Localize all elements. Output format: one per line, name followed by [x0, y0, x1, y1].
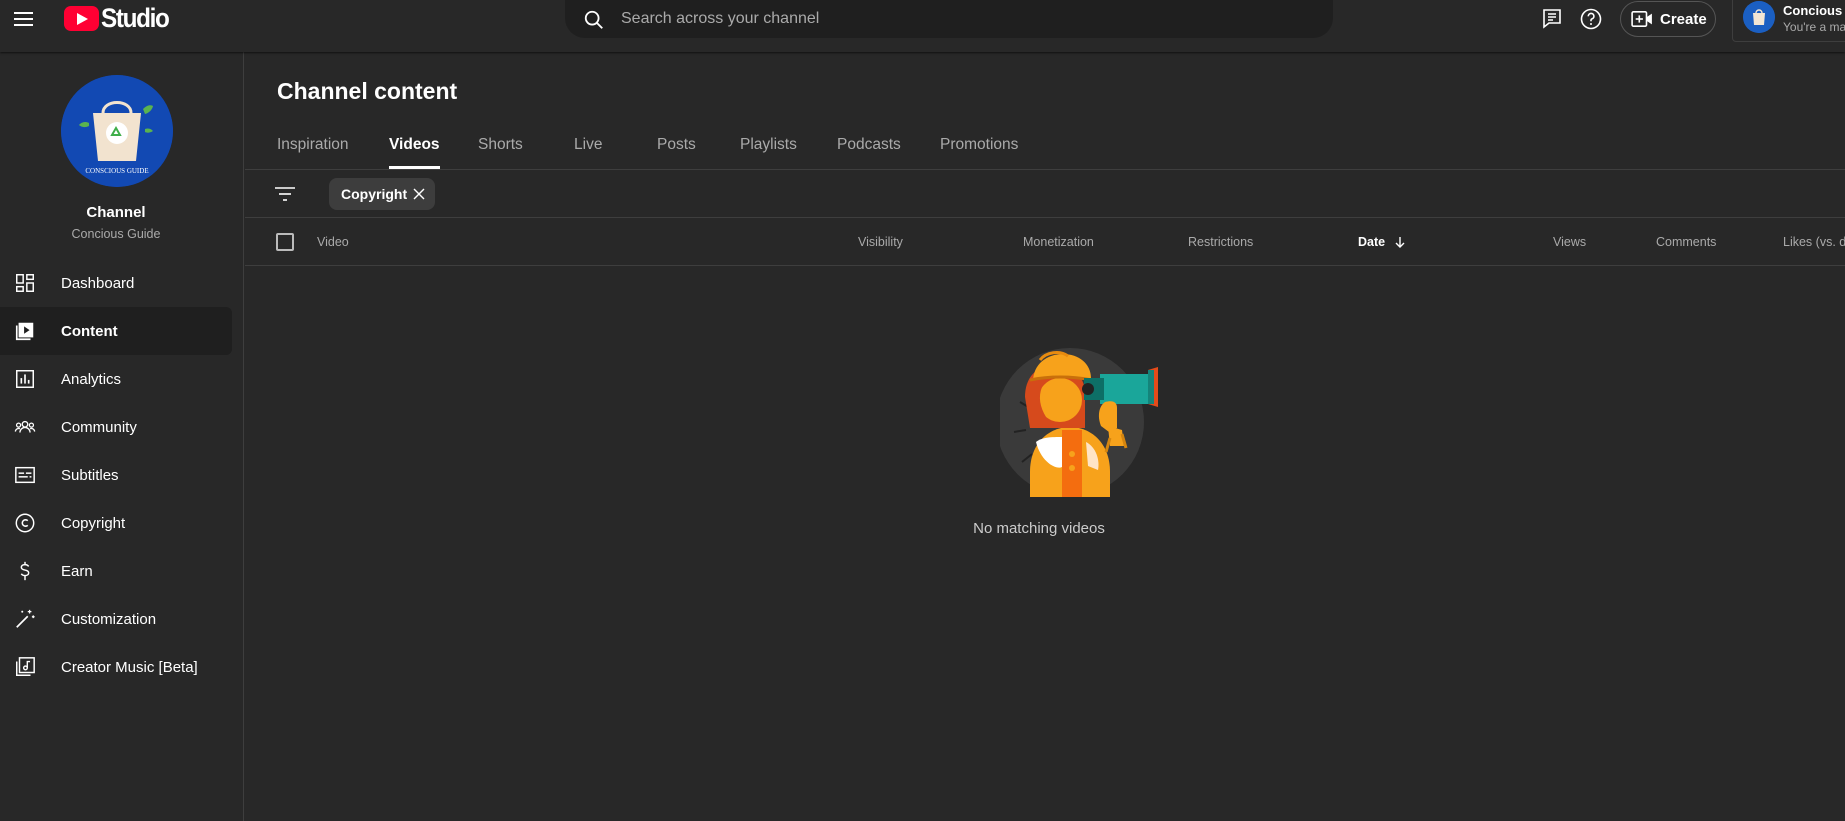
arrow-down-icon	[1395, 237, 1405, 248]
earn-icon	[20, 561, 30, 581]
column-comments: Comments	[1656, 235, 1717, 249]
filter-chip-label: Copyright	[341, 186, 408, 202]
create-button[interactable]: Create	[1620, 1, 1716, 37]
sidebar-item-subtitles[interactable]: Subtitles	[0, 451, 232, 499]
tab-live[interactable]: Live	[574, 132, 602, 169]
main-content: Channel content Inspiration Videos Short…	[245, 52, 1845, 821]
column-monetization: Monetization	[1023, 235, 1094, 249]
analytics-icon	[16, 370, 34, 388]
filter-icon[interactable]	[273, 184, 297, 204]
empty-state-message: No matching videos	[973, 520, 1105, 537]
search-icon[interactable]	[583, 9, 605, 31]
channel-avatar[interactable]: CONSCIOUS GUIDE	[61, 75, 173, 187]
customization-icon	[16, 609, 35, 628]
filter-chip-copyright[interactable]: Copyright	[329, 178, 435, 210]
copyright-icon	[15, 513, 35, 533]
column-date-label: Date	[1358, 235, 1386, 249]
tab-posts[interactable]: Posts	[657, 132, 696, 169]
sidebar-item-label: Dashboard	[61, 274, 135, 292]
sidebar-item-customization[interactable]: Customization	[0, 595, 232, 643]
community-icon	[14, 420, 36, 433]
sidebar-item-analytics[interactable]: Analytics	[0, 355, 232, 403]
column-restrictions: Restrictions	[1188, 235, 1254, 249]
sidebar-nav: Dashboard Content Analytics Community Su…	[0, 259, 244, 691]
subtitles-icon	[15, 466, 35, 484]
top-bar: Studio Create Concious G You're a ma	[0, 0, 1845, 52]
sidebar-item-label: Creator Music [Beta]	[61, 658, 198, 676]
column-likes: Likes (vs. d	[1783, 235, 1845, 249]
hamburger-menu-icon[interactable]	[14, 8, 40, 30]
sidebar-item-label: Subtitles	[61, 466, 119, 484]
logo-text: Studio	[101, 2, 170, 33]
sidebar-item-content[interactable]: Content	[0, 307, 232, 355]
close-icon[interactable]	[413, 188, 425, 200]
channel-name[interactable]: Concious Guide	[0, 227, 232, 241]
help-icon[interactable]	[1579, 7, 1603, 31]
avatar	[1743, 1, 1775, 33]
sidebar-item-label: Earn	[61, 562, 93, 580]
feedback-icon[interactable]	[1540, 7, 1564, 31]
column-date[interactable]: Date	[1358, 235, 1407, 249]
create-video-icon	[1631, 10, 1652, 28]
sidebar-item-creator-music[interactable]: Creator Music [Beta]	[0, 643, 232, 691]
empty-state-illustration	[1000, 348, 1158, 497]
column-visibility: Visibility	[858, 235, 903, 249]
create-label: Create	[1660, 10, 1707, 28]
sidebar-item-copyright[interactable]: Copyright	[0, 499, 232, 547]
tab-playlists[interactable]: Playlists	[740, 132, 797, 169]
search-bar	[565, 0, 1333, 38]
search-input[interactable]	[621, 8, 1301, 30]
youtube-studio-logo[interactable]: Studio	[64, 3, 176, 33]
tab-inspiration[interactable]: Inspiration	[277, 132, 349, 169]
sidebar-item-earn[interactable]: Earn	[0, 547, 232, 595]
account-name: Concious G	[1783, 3, 1845, 18]
avatar-caption: CONSCIOUS GUIDE	[85, 167, 148, 175]
sidebar-item-label: Copyright	[61, 514, 126, 532]
sidebar: CONSCIOUS GUIDE Channel Concious Guide D…	[0, 52, 244, 821]
account-switcher[interactable]: Concious G You're a ma	[1732, 0, 1845, 42]
account-subtitle: You're a ma	[1783, 20, 1845, 34]
table-header: Video Visibility Monetization Restrictio…	[245, 218, 1845, 266]
channel-title: Channel	[86, 204, 146, 221]
page-title: Channel content	[277, 78, 458, 104]
select-all-checkbox[interactable]	[276, 233, 294, 251]
sidebar-item-community[interactable]: Community	[0, 403, 232, 451]
tab-podcasts[interactable]: Podcasts	[837, 132, 901, 169]
sidebar-item-label: Community	[61, 418, 137, 436]
sidebar-item-label: Customization	[61, 610, 157, 628]
tab-videos[interactable]: Videos	[389, 132, 440, 169]
sidebar-item-dashboard[interactable]: Dashboard	[0, 259, 232, 307]
content-icon	[15, 322, 34, 341]
tab-promotions[interactable]: Promotions	[940, 132, 1018, 169]
sidebar-item-label: Content	[61, 322, 118, 340]
sidebar-item-label: Analytics	[61, 370, 122, 388]
content-tabs: Inspiration Videos Shorts Live Posts Pla…	[245, 132, 1845, 170]
column-views: Views	[1553, 235, 1587, 249]
tab-shorts[interactable]: Shorts	[478, 132, 523, 169]
column-video: Video	[317, 235, 349, 249]
youtube-play-icon	[64, 5, 99, 31]
creator-music-icon	[16, 657, 35, 676]
dashboard-icon	[16, 274, 34, 292]
filter-bar: Copyright	[245, 170, 1845, 218]
